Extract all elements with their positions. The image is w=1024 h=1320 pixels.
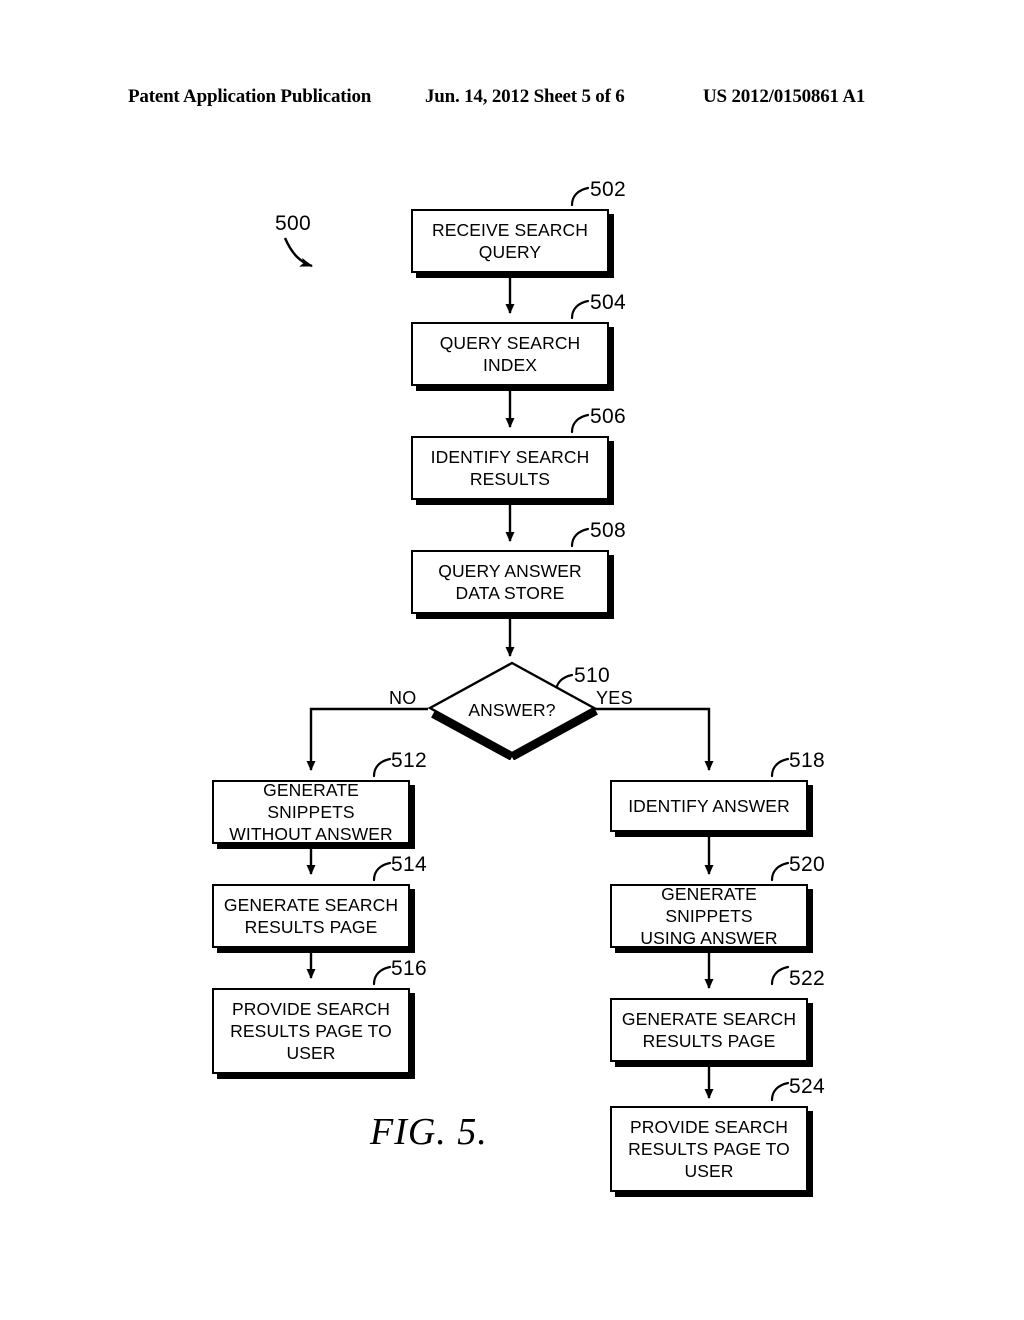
node-524-provide-search-results-page-to-user[interactable]: PROVIDE SEARCH RESULTS PAGE TO USER [610, 1106, 808, 1192]
branch-label-no: NO [389, 688, 417, 708]
refnum-522: 522 [789, 967, 825, 990]
leader-502 [570, 186, 590, 207]
node-512-generate-snippets-without-answer[interactable]: GENERATE SNIPPETS WITHOUT ANSWER [212, 780, 410, 844]
refnum-506: 506 [590, 405, 626, 428]
node-510-answer-decision[interactable]: ANSWER? [426, 660, 598, 760]
leader-508 [570, 527, 590, 548]
refnum-502: 502 [590, 178, 626, 201]
refnum-512: 512 [391, 749, 427, 772]
node-522-label: GENERATE SEARCH RESULTS PAGE [621, 1009, 797, 1051]
node-508-query-answer-data-store[interactable]: QUERY ANSWER DATA STORE [411, 550, 609, 614]
node-522-generate-search-results-page[interactable]: GENERATE SEARCH RESULTS PAGE [610, 998, 808, 1062]
node-520-label: GENERATE SNIPPETS USING ANSWER [640, 884, 778, 948]
leader-524 [770, 1081, 790, 1102]
refnum-510: 510 [574, 664, 610, 687]
node-516-provide-search-results-page-to-user[interactable]: PROVIDE SEARCH RESULTS PAGE TO USER [212, 988, 410, 1074]
node-516-label: PROVIDE SEARCH RESULTS PAGE TO USER [230, 999, 392, 1063]
refnum-504: 504 [590, 291, 626, 314]
node-506-identify-search-results[interactable]: IDENTIFY SEARCH RESULTS [411, 436, 609, 500]
leader-522 [770, 965, 790, 986]
node-520-generate-snippets-using-answer[interactable]: GENERATE SNIPPETS USING ANSWER [610, 884, 808, 948]
refnum-518: 518 [789, 749, 825, 772]
leader-504 [570, 299, 590, 320]
leader-514 [372, 861, 392, 882]
refnum-520: 520 [789, 853, 825, 876]
node-514-generate-search-results-page[interactable]: GENERATE SEARCH RESULTS PAGE [212, 884, 410, 948]
node-502-label: RECEIVE SEARCH QUERY [431, 220, 589, 262]
node-506-label: IDENTIFY SEARCH RESULTS [430, 447, 590, 489]
leader-518 [770, 757, 790, 778]
node-502-receive-search-query[interactable]: RECEIVE SEARCH QUERY [411, 209, 609, 273]
leader-520 [770, 861, 790, 882]
edge-510-518-yes [593, 707, 714, 771]
leader-512 [372, 757, 392, 778]
node-518-identify-answer[interactable]: IDENTIFY ANSWER [610, 780, 808, 832]
node-512-label: GENERATE SNIPPETS WITHOUT ANSWER [229, 780, 393, 844]
node-504-label: QUERY SEARCH INDEX [439, 333, 581, 375]
refnum-524: 524 [789, 1075, 825, 1098]
leader-516 [372, 965, 392, 986]
node-518-label: IDENTIFY ANSWER [628, 796, 790, 816]
leader-506 [570, 413, 590, 434]
node-524-label: PROVIDE SEARCH RESULTS PAGE TO USER [628, 1117, 790, 1181]
figure-caption: FIG. 5. [370, 1111, 488, 1153]
refnum-500: 500 [275, 212, 311, 235]
node-508-label: QUERY ANSWER DATA STORE [438, 561, 582, 603]
node-514-label: GENERATE SEARCH RESULTS PAGE [223, 895, 399, 937]
refnum-508: 508 [590, 519, 626, 542]
node-504-query-search-index[interactable]: QUERY SEARCH INDEX [411, 322, 609, 386]
node-510-label: ANSWER? [468, 699, 556, 720]
flowchart-diagram: 500 RECEIVE SEARCH QUERY 502 QUERY SEARC… [0, 0, 1024, 1320]
diagram-pointer-arrow [283, 237, 313, 268]
branch-label-yes: YES [596, 688, 633, 708]
refnum-514: 514 [391, 853, 427, 876]
refnum-516: 516 [391, 957, 427, 980]
